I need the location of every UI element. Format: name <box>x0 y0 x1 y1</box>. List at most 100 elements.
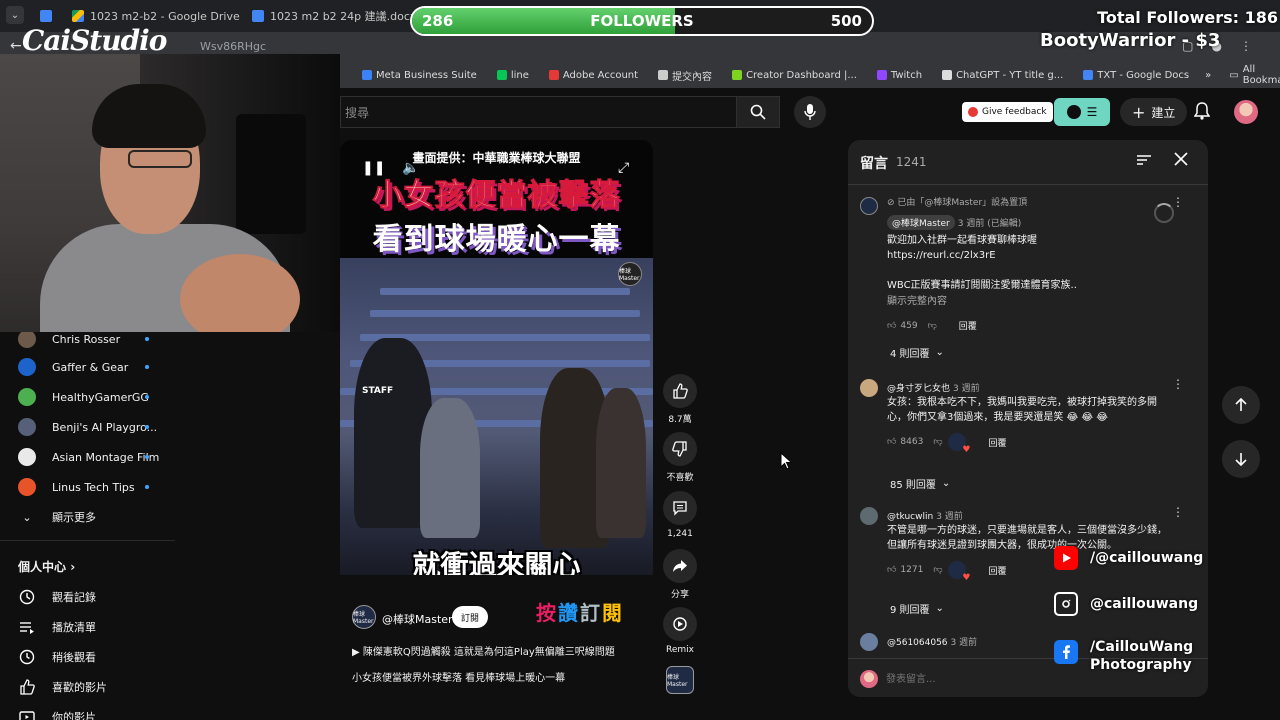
comments-count: 1241 <box>896 155 927 169</box>
reply-button[interactable]: 回覆 <box>959 319 977 332</box>
bookmark-adobe[interactable]: Adobe Account <box>548 70 638 81</box>
hamburger-icon: ☰ <box>1086 105 1098 119</box>
menu-icon[interactable]: ⋮ <box>1240 39 1252 53</box>
sort-button[interactable] <box>1136 152 1152 171</box>
comments-button[interactable]: 1,241 <box>660 491 700 539</box>
comment-text: WBC正版賽事請訂閱關注愛爾達體育家族.. <box>887 280 1077 291</box>
replies-toggle[interactable]: 4 則回覆 ⌄ <box>890 345 944 360</box>
notifications-button[interactable] <box>1193 102 1211 123</box>
bell-icon <box>1193 102 1211 120</box>
next-short-button[interactable] <box>1222 440 1260 478</box>
chevron-right-icon[interactable]: » <box>1205 70 1211 81</box>
sidebar-item-asian-montage[interactable]: Asian Montage Film <box>18 448 168 466</box>
sidebar-item-playlists[interactable]: 播放清單 <box>18 618 168 636</box>
comment-author[interactable]: @棒球Master <box>887 215 955 230</box>
comment-more-icon[interactable]: ⋮ <box>1172 377 1184 391</box>
like-button[interactable]: 8.7萬 <box>660 374 700 425</box>
shorts-video-player[interactable]: STAFF ❚❚ 🔈 ⤢ 畫面提供：中華職業棒球大聯盟 小女孩便當被擊落 看到球… <box>340 140 653 575</box>
comment-link[interactable]: https://reurl.cc/2lx3rE <box>887 248 1177 263</box>
search-button[interactable] <box>736 96 780 128</box>
voice-search-button[interactable] <box>794 96 826 128</box>
video-title-line1: 小女孩便當被擊落 <box>372 178 621 214</box>
bookmarks-bar: Meta Business Suite line Adobe Account 提… <box>340 62 1280 88</box>
thumbs-down-icon[interactable]: 👎︎ <box>933 565 942 575</box>
sidebar-item-healthygamergg[interactable]: HealthyGamerGG <box>18 388 168 406</box>
comment-author[interactable]: @身寸歹匕女也 <box>887 384 950 394</box>
replies-toggle[interactable]: 9 則回覆 ⌄ <box>890 601 944 616</box>
give-feedback-button[interactable]: Give feedback <box>962 102 1053 122</box>
bookmark-meta[interactable]: Meta Business Suite <box>362 70 477 81</box>
thumbs-down-icon[interactable]: 👎︎ <box>928 321 937 331</box>
sidebar-item-gaffer-gear[interactable]: Gaffer & Gear <box>18 358 168 376</box>
youtube-icon <box>1054 546 1078 570</box>
facebook-icon <box>1054 640 1078 664</box>
sidebar-item-chris-rosser[interactable]: Chris Rosser <box>18 330 168 348</box>
social-youtube: /@caillouwang <box>1054 546 1203 570</box>
replies-toggle[interactable]: 85 則回覆 ⌄ <box>890 476 950 491</box>
search-input[interactable]: 搜尋 <box>340 96 736 128</box>
channel-avatar <box>18 448 36 466</box>
dislike-button[interactable]: 不喜歡 <box>660 432 700 483</box>
sidebar-show-more[interactable]: ⌄ 顯示更多 <box>18 508 168 526</box>
video-description-line1[interactable]: ▶ 陳傑憲軟Q閃過觸殺 這就是為何這Play無偏離三呎線問題 <box>352 643 615 658</box>
promo-char: 訂 <box>580 601 602 625</box>
comments-list[interactable]: ⊘ 已由「@棒球Master」設為置頂 ⋮ @棒球Master 3 週前 (已編輯… <box>848 185 1208 655</box>
close-comments-button[interactable] <box>1174 152 1188 169</box>
comment-avatar[interactable] <box>860 379 878 397</box>
tab-search-button[interactable]: ⌄ <box>6 6 24 24</box>
social-facebook: /CaillouWang Photography <box>1054 638 1193 674</box>
show-more-link[interactable]: 顯示完整內容 <box>887 294 1177 309</box>
share-icon <box>673 560 687 572</box>
comment-avatar[interactable] <box>860 197 878 215</box>
previous-short-button[interactable] <box>1222 386 1260 424</box>
share-button[interactable]: 分享 <box>660 549 700 600</box>
channel-avatar[interactable]: 棒球Master <box>352 605 376 629</box>
sidebar-item-linus-tech-tips[interactable]: Linus Tech Tips <box>18 478 168 496</box>
bookmark-line[interactable]: line <box>496 70 529 81</box>
reply-button[interactable]: 回覆 <box>988 436 1006 449</box>
comment-author[interactable]: @tkucwlin <box>887 512 933 522</box>
thumbs-down-icon[interactable]: 👎︎ <box>933 437 942 447</box>
comment-author[interactable]: @561064056 <box>887 638 948 648</box>
remix-button[interactable]: Remix <box>660 607 700 655</box>
subscribe-button[interactable]: 訂閱 <box>452 606 488 628</box>
comment-avatar[interactable] <box>860 633 878 651</box>
sidebar-item-liked-videos[interactable]: 喜歡的影片 <box>18 678 168 696</box>
channel-avatar <box>18 358 36 376</box>
channel-name[interactable]: @棒球Master <box>382 611 453 627</box>
bookmark-creator-dashboard[interactable]: Creator Dashboard |... <box>732 70 857 81</box>
url-text[interactable]: Wsv86RHgc <box>200 40 266 53</box>
sidebar-item-watch-later[interactable]: 稍後觀看 <box>18 648 168 666</box>
divider <box>0 540 175 541</box>
channel-avatar <box>18 330 36 348</box>
bookmark-chatgpt[interactable]: ChatGPT - YT title g... <box>942 70 1063 81</box>
comment-item: ⋮ @身寸歹匕女也 3 週前 女孩：我根本吃不下，我媽叫我要吃完，被球打掉我笑的多… <box>860 375 1200 455</box>
comment-more-icon[interactable]: ⋮ <box>1172 195 1184 209</box>
comment-actions: 👍︎ 8463 👎︎ 回覆 <box>887 433 1006 455</box>
back-icon[interactable]: ← <box>10 38 22 54</box>
comment-actions: 👍︎ 1271 👎︎ 回覆 <box>887 561 1006 583</box>
reply-button[interactable]: 回覆 <box>988 564 1006 577</box>
remix-source-avatar[interactable]: 棒球Master <box>666 666 694 694</box>
bookmark-txt-docs[interactable]: TXT - Google Docs <box>1083 70 1189 81</box>
comment-avatar[interactable] <box>860 507 878 525</box>
thumbs-up-icon[interactable]: 👍︎ <box>887 437 896 447</box>
extension-button[interactable]: ☰ <box>1054 98 1110 126</box>
bookmark-submit[interactable]: 提交內容 <box>658 68 712 83</box>
thumbs-up-icon[interactable]: 👍︎ <box>887 321 896 331</box>
channel-avatar <box>18 388 36 406</box>
bookmark-twitch[interactable]: Twitch <box>876 70 922 81</box>
liked-icon <box>18 678 36 696</box>
sidebar-item-your-videos[interactable]: 你的影片 <box>18 708 168 720</box>
sidebar-item-benjis-ai[interactable]: Benji's AI Playgro... <box>18 418 168 436</box>
thumbs-up-icon[interactable]: 👍︎ <box>887 565 896 575</box>
all-bookmarks-button[interactable]: ▭All Bookmarks <box>1229 64 1280 86</box>
sidebar-item-history[interactable]: 觀看記錄 <box>18 588 168 606</box>
create-button[interactable]: + 建立 <box>1120 98 1188 126</box>
video-info: 棒球Master @棒球Master 訂閱 按讚訂閱 ▶ 陳傑憲軟Q閃過觸殺 這… <box>340 575 653 695</box>
sidebar-section-you[interactable]: 個人中心 › <box>18 558 75 575</box>
avatar[interactable] <box>1234 100 1258 124</box>
comment-more-icon[interactable]: ⋮ <box>1172 505 1184 519</box>
stadium-seat-row <box>370 310 640 317</box>
stadium-seat-row <box>380 288 630 295</box>
